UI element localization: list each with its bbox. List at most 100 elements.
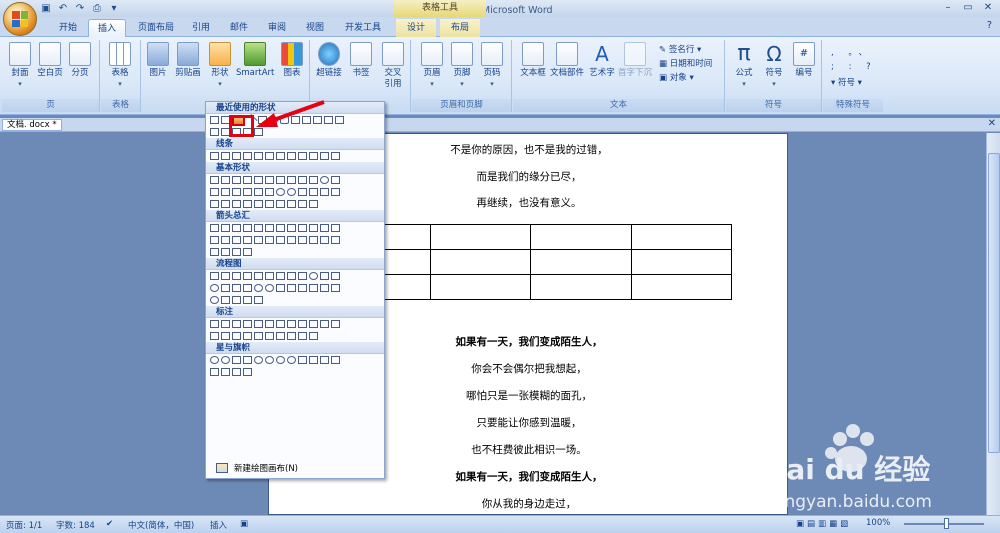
shape[interactable] [232,332,241,340]
smartart-button[interactable]: SmartArt [236,42,274,79]
shape[interactable] [232,272,241,280]
shape[interactable] [320,356,329,364]
shape[interactable] [320,320,329,328]
shape[interactable] [221,188,230,196]
shape[interactable] [309,284,318,292]
shape[interactable] [254,224,263,232]
shape[interactable] [331,272,340,280]
page-count[interactable]: 页面: 1/1 [6,519,42,531]
footer-button[interactable]: 页脚 ▾ [448,42,476,90]
office-button[interactable] [3,2,37,36]
shape[interactable] [232,236,241,244]
shape[interactable] [221,356,230,364]
zoom-slider-thumb[interactable] [944,518,949,529]
shape[interactable] [309,332,318,340]
document-tab[interactable]: 文档. docx * [2,119,62,131]
shape[interactable] [210,200,219,208]
shape[interactable] [287,200,296,208]
quick-parts-button[interactable]: 文档部件 [549,42,585,79]
language-indicator[interactable]: 中文(简体，中国) [128,519,194,531]
shape[interactable] [243,176,252,184]
tab-developer[interactable]: 开发工具 [340,19,386,37]
shape[interactable] [243,320,252,328]
shape[interactable] [221,200,230,208]
shape[interactable] [298,332,307,340]
shape[interactable] [298,320,307,328]
text-box-button[interactable]: 文本框 [517,42,549,79]
shape[interactable] [232,296,241,304]
shape[interactable] [243,224,252,232]
shape[interactable] [221,236,230,244]
shape[interactable] [265,200,274,208]
bookmark-button[interactable]: 书签 [347,42,375,79]
shape[interactable] [287,188,296,196]
table-cell[interactable] [530,249,632,275]
shape[interactable] [265,176,274,184]
shape[interactable] [232,200,241,208]
hyperlink-button[interactable]: 超链接 [315,42,343,79]
shape[interactable] [265,332,274,340]
line-shape[interactable] [210,152,219,160]
shape[interactable] [287,332,296,340]
shape[interactable] [265,356,274,364]
shape[interactable] [232,188,241,196]
shape[interactable] [232,320,241,328]
shape[interactable] [298,188,307,196]
drop-cap-button[interactable]: 首字下沉 [617,42,653,79]
table-cell[interactable] [630,224,732,250]
shape[interactable] [265,224,274,232]
shape[interactable] [254,176,263,184]
shape[interactable] [210,368,219,376]
curved-double-arrow-shape[interactable] [298,152,307,160]
shape[interactable] [298,176,307,184]
signature-line-button[interactable]: ✎ 签名行 ▾ [659,45,701,56]
shape[interactable] [221,368,230,376]
shape[interactable] [254,284,263,292]
shape[interactable] [232,176,241,184]
shape[interactable] [265,236,274,244]
tab-mailings[interactable]: 邮件 [224,19,254,37]
shape[interactable] [221,284,230,292]
curve-shape[interactable] [309,152,318,160]
table-cell[interactable] [530,274,632,300]
shape[interactable] [309,320,318,328]
shape[interactable] [276,284,285,292]
special-symbol-grid-2[interactable]: ; : ? [831,62,877,73]
special-symbol-grid[interactable]: , 。、 [831,48,873,59]
shape[interactable] [276,320,285,328]
shape[interactable] [232,248,241,256]
shape[interactable] [221,296,230,304]
shape[interactable] [320,188,329,196]
shape[interactable] [320,176,329,184]
table-cell[interactable] [429,224,531,250]
shape[interactable] [221,248,230,256]
shape[interactable] [331,320,340,328]
shape[interactable] [210,224,219,232]
curved-connector-shape[interactable] [276,152,285,160]
close-document-icon[interactable]: ✕ [988,118,996,129]
shape[interactable] [254,320,263,328]
chart-button[interactable]: 图表 [278,42,306,79]
shape[interactable] [287,236,296,244]
picture-button[interactable]: 图片 [144,42,172,79]
tab-review[interactable]: 审阅 [262,19,292,37]
blank-page-button[interactable]: 空白页 [36,42,64,79]
table-cell[interactable] [429,249,531,275]
shape[interactable] [243,200,252,208]
object-button[interactable]: ▣ 对象 ▾ [659,73,694,84]
shape[interactable] [309,200,318,208]
tab-layout[interactable]: 布局 [440,19,480,37]
table-cell[interactable] [630,249,732,275]
scribble-shape[interactable] [331,152,340,160]
vertical-scrollbar[interactable] [986,133,1000,515]
shape[interactable] [320,224,329,232]
shape[interactable] [276,224,285,232]
shapes-button[interactable]: 形状 ▾ [206,42,234,90]
table-cell[interactable] [429,274,531,300]
shape[interactable] [221,320,230,328]
shape[interactable] [298,200,307,208]
flowchart-shape[interactable] [210,128,219,136]
shape[interactable] [309,236,318,244]
tab-view[interactable]: 视图 [300,19,330,37]
numbering-button[interactable]: # 编号 [790,42,818,79]
